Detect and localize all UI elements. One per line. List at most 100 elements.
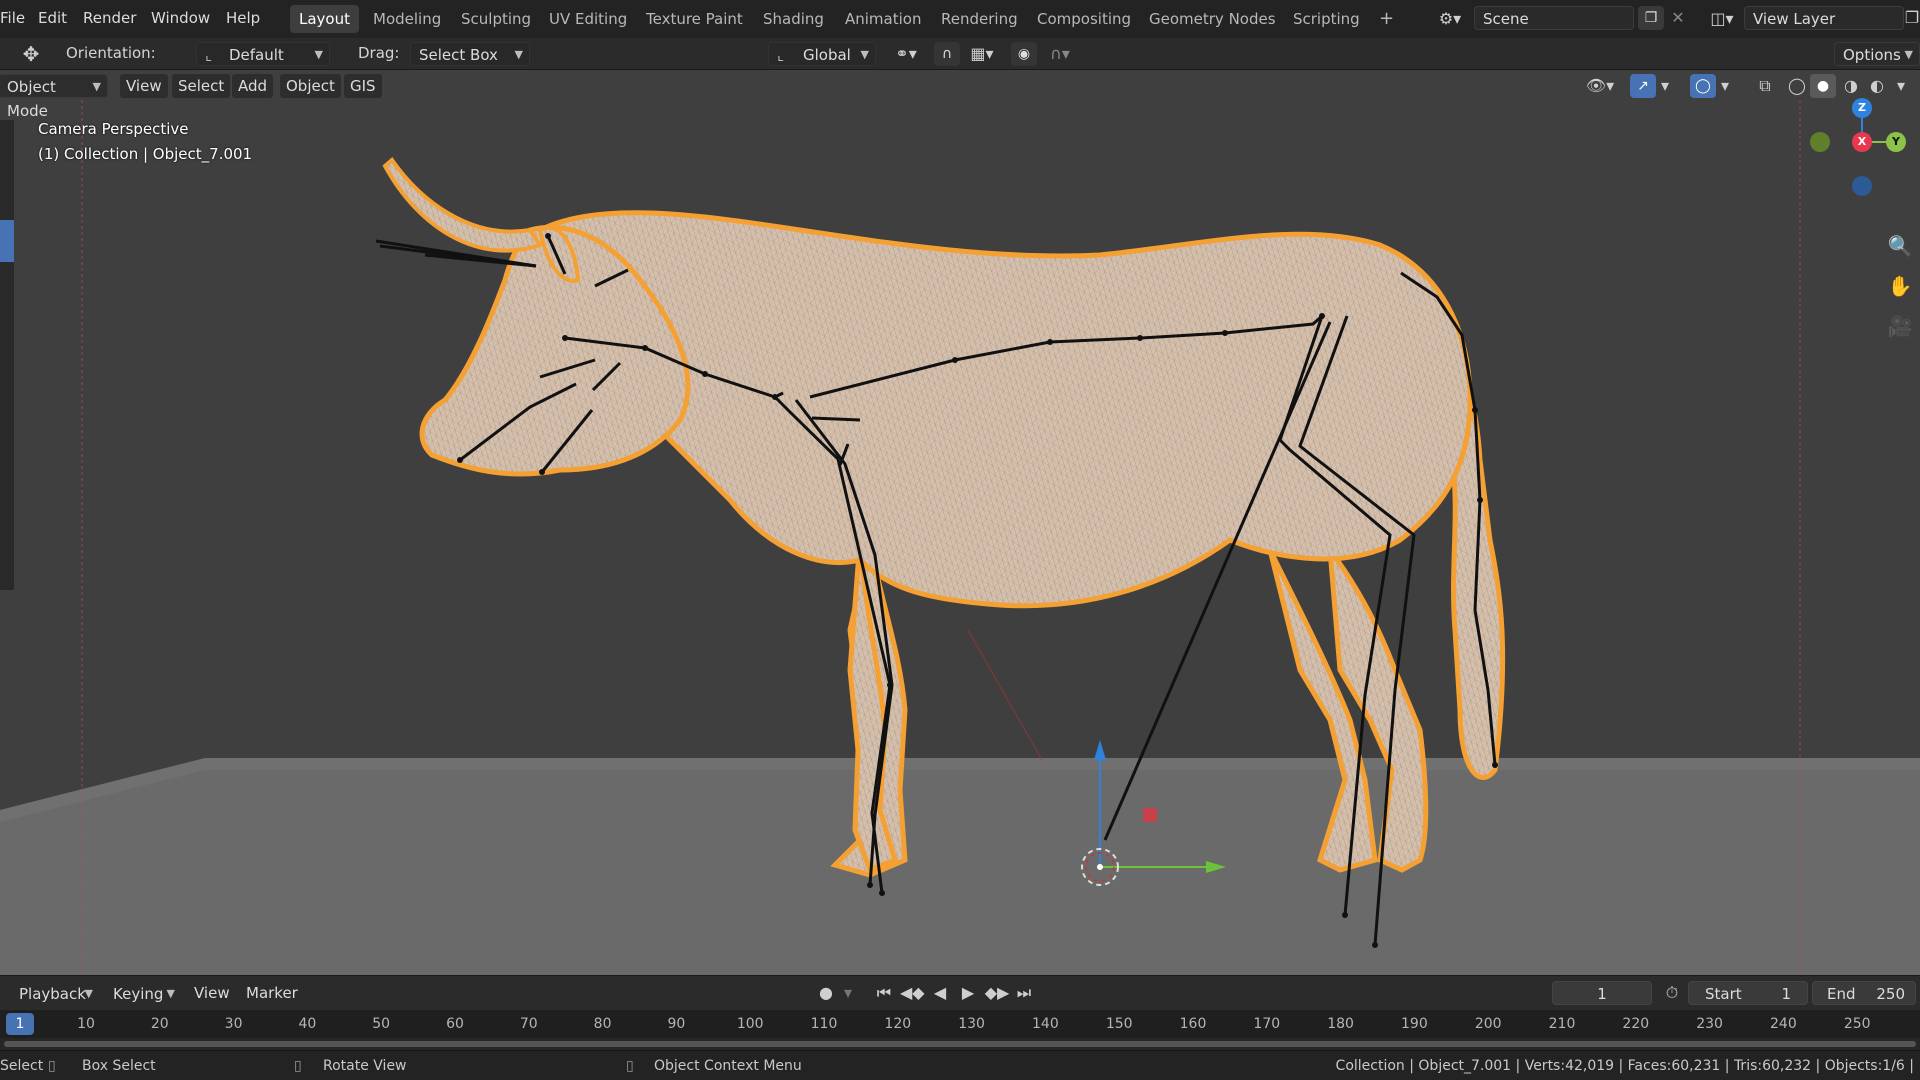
current-frame-marker[interactable]: 1	[6, 1013, 34, 1035]
scene-selector-icon[interactable]: ⚙▾	[1432, 7, 1468, 31]
mode-dropdown[interactable]: Object Mode ▼	[0, 74, 108, 120]
drag-value: Select Box	[419, 46, 498, 64]
rendered-shading-icon[interactable]: ◐	[1864, 74, 1890, 98]
timeline-ruler[interactable]: 1 10 20 30 40 50 60 70 80 90 100 110 120 130 140 150 16…	[0, 1010, 1920, 1038]
new-scene-icon[interactable]: ❐	[1638, 6, 1664, 30]
orientation-axes-icon: ⌞	[205, 46, 213, 64]
view-layer-new-icon[interactable]: ❐	[1904, 6, 1920, 30]
stopwatch-icon[interactable]: ⏱	[1660, 981, 1684, 1005]
3d-viewport[interactable]: Camera Perspective (1) Collection | Obje…	[0, 70, 1920, 975]
navigation-gizmo[interactable]: Z X Y	[1800, 90, 1920, 210]
playback-menu[interactable]: Playback ▼	[10, 981, 100, 1005]
keyframe-record-icon[interactable]: ●	[814, 981, 838, 1005]
scene-name-field[interactable]: Scene	[1474, 6, 1634, 30]
solid-shading-icon[interactable]: ●	[1810, 74, 1836, 98]
options-dropdown[interactable]: Options ▼	[1834, 42, 1920, 66]
gizmo-x-axis[interactable]: X	[1852, 132, 1872, 152]
tab-scripting[interactable]: Scripting	[1284, 5, 1369, 33]
tab-layout[interactable]: Layout	[290, 5, 359, 33]
menu-window[interactable]: Window	[151, 9, 210, 27]
menu-edit[interactable]: Edit	[38, 9, 67, 27]
drag-dropdown[interactable]: Select Box ▼	[410, 42, 530, 66]
tab-rendering[interactable]: Rendering	[932, 5, 1027, 33]
ruler-tick-label: 50	[372, 1016, 391, 1032]
next-keyframe-icon[interactable]: ◆▶	[984, 981, 1010, 1005]
start-frame-field[interactable]: Start 1	[1688, 981, 1808, 1005]
chevron-down-icon[interactable]: ▾	[838, 981, 858, 1005]
gizmo-neg-y-axis[interactable]	[1810, 132, 1830, 152]
mouse-middle-icon: ▯	[294, 1058, 302, 1074]
move-tool-icon[interactable]: ✥	[14, 42, 48, 66]
tab-geometry-nodes[interactable]: Geometry Nodes	[1140, 5, 1285, 33]
play-icon[interactable]: ▶	[956, 981, 980, 1005]
snap-target-icon[interactable]: ▦▾	[962, 42, 1002, 66]
material-shading-icon[interactable]: ◑	[1838, 74, 1864, 98]
chevron-down-icon[interactable]: ▾	[1716, 74, 1734, 98]
ruler-tick-label: 60	[446, 1016, 464, 1032]
menu-help[interactable]: Help	[226, 9, 260, 27]
play-reverse-icon[interactable]: ◀	[928, 981, 952, 1005]
end-frame-field[interactable]: End 250	[1812, 981, 1916, 1005]
camera-view-icon[interactable]: 🎥	[1886, 314, 1914, 338]
tab-shading[interactable]: Shading	[754, 5, 833, 33]
chevron-down-icon[interactable]: ▾	[1656, 74, 1674, 98]
current-frame-field[interactable]: 1	[1552, 981, 1652, 1005]
view-layer-field[interactable]: View Layer	[1744, 6, 1904, 30]
gizmo-y-axis[interactable]: Y	[1886, 132, 1906, 152]
chevron-down-icon: ▼	[860, 48, 869, 61]
timeline-scrollbar[interactable]	[0, 1038, 1920, 1050]
overlays-toggle-icon[interactable]: ◯	[1690, 74, 1716, 98]
tab-texture-paint[interactable]: Texture Paint	[637, 5, 752, 33]
menu-view[interactable]: View	[120, 74, 168, 98]
tab-sculpting[interactable]: Sculpting	[452, 5, 540, 33]
ruler-tick-label: 70	[519, 1016, 538, 1032]
prev-keyframe-icon[interactable]: ◀◆	[900, 981, 925, 1005]
xray-toggle-icon[interactable]: ⧉	[1752, 74, 1778, 98]
gizmo-neg-z-axis[interactable]	[1852, 176, 1872, 196]
menu-object[interactable]: Object	[280, 74, 341, 98]
view-layer-selector-icon[interactable]: ◫▾	[1704, 7, 1740, 31]
tab-animation[interactable]: Animation	[836, 5, 930, 33]
jump-end-icon[interactable]: ⏭	[1012, 981, 1036, 1005]
viewport-header: Object Mode ▼ View Select Add Object GIS…	[0, 70, 1920, 120]
timeline-view-menu[interactable]: View	[188, 981, 236, 1005]
menu-gis[interactable]: GIS	[344, 74, 382, 98]
falloff-icon[interactable]: ∩▾	[1040, 42, 1080, 66]
pan-hand-icon[interactable]: ✋	[1886, 274, 1914, 298]
active-tool-indicator[interactable]	[0, 220, 14, 262]
jump-start-icon[interactable]: ⏮	[872, 981, 896, 1005]
status-select: Select	[0, 1058, 44, 1074]
status-bar: Select ▯ Box Select ▯ Rotate View ▯ Obje…	[0, 1050, 1920, 1080]
menu-render[interactable]: Render	[83, 9, 136, 27]
tab-compositing[interactable]: Compositing	[1028, 5, 1140, 33]
status-rotate-view: Rotate View	[323, 1058, 407, 1074]
zoom-icon[interactable]: 🔍	[1886, 234, 1914, 258]
ruler-tick-label: 100	[736, 1016, 764, 1032]
chevron-down-icon: ▼	[514, 48, 523, 61]
current-frame-value: 1	[1597, 985, 1607, 1003]
scene-statistics: Collection | Object_7.001 | Verts:42,019…	[1335, 1058, 1914, 1074]
tab-uv-editing[interactable]: UV Editing	[540, 5, 636, 33]
menu-add[interactable]: Add	[232, 74, 274, 98]
snap-toggle-icon[interactable]: ∩	[934, 42, 960, 66]
scrollbar-thumb[interactable]	[4, 1041, 1916, 1047]
keying-menu[interactable]: Keying ▼	[104, 981, 182, 1005]
wireframe-shading-icon[interactable]: ◯	[1784, 74, 1810, 98]
proportional-edit-icon[interactable]: ◉	[1011, 42, 1037, 66]
gizmo-toggle-icon[interactable]: ↗	[1630, 74, 1656, 98]
camera-perspective-label: Camera Perspective	[38, 120, 189, 138]
keying-label: Keying	[113, 985, 164, 1003]
pivot-point-icon[interactable]: ⚭▾	[886, 42, 926, 66]
orientation-dropdown[interactable]: ⌞ Default ▼	[196, 42, 330, 66]
chevron-down-icon[interactable]: ▾	[1892, 74, 1910, 98]
menu-file[interactable]: File	[0, 9, 25, 27]
collection-object-label: (1) Collection | Object_7.001	[38, 145, 253, 163]
timeline-marker-menu[interactable]: Marker	[240, 981, 304, 1005]
add-workspace-button[interactable]: +	[1370, 5, 1403, 33]
transform-orientation-dropdown[interactable]: ⌞ Global ▼	[768, 42, 876, 66]
delete-scene-icon[interactable]: ✕	[1666, 6, 1690, 30]
menu-select[interactable]: Select	[172, 74, 231, 98]
tab-modeling[interactable]: Modeling	[364, 5, 450, 33]
ruler-tick-label: 190	[1401, 1016, 1428, 1032]
visibility-icon[interactable]: 👁▾	[1580, 74, 1620, 98]
